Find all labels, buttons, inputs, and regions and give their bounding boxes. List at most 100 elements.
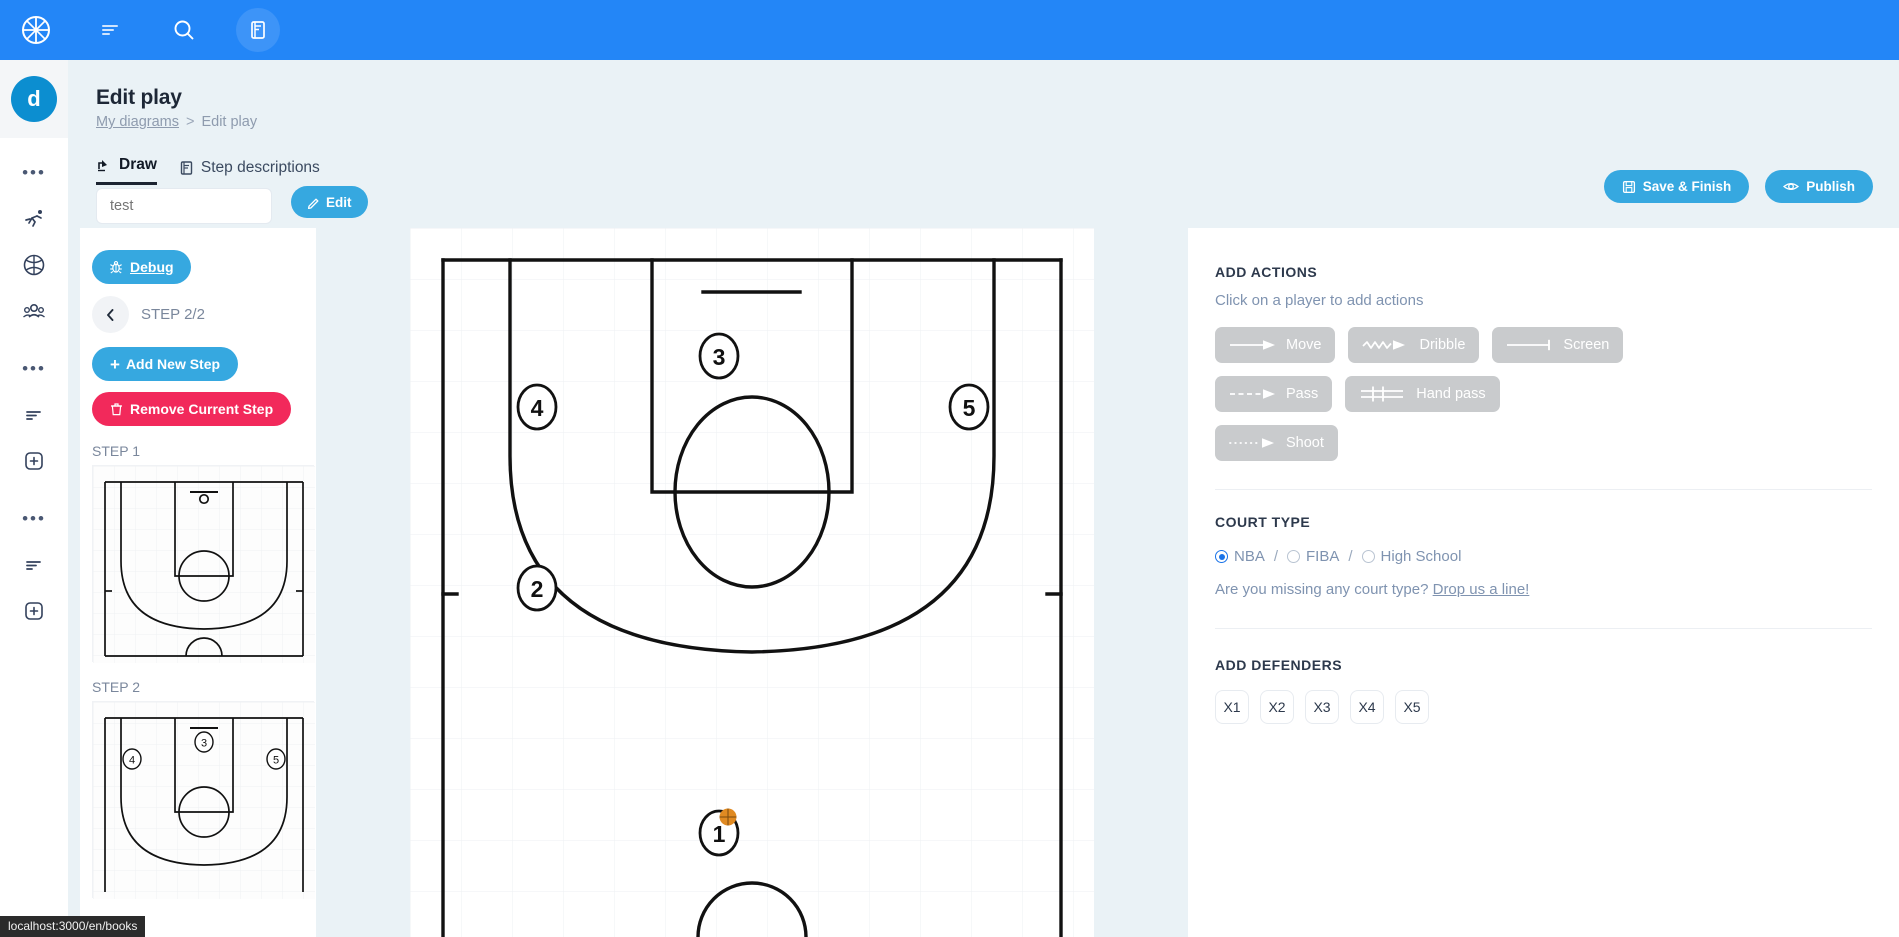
debug-button[interactable]: Debug bbox=[92, 250, 191, 284]
basketball-logo-icon[interactable] bbox=[14, 8, 58, 52]
defender-button-x3[interactable]: X3 bbox=[1305, 690, 1339, 724]
rail-ellipsis-1[interactable]: ••• bbox=[0, 150, 68, 196]
step-2-thumbnail[interactable]: 3 4 5 bbox=[92, 701, 315, 899]
svg-text:5: 5 bbox=[963, 395, 976, 421]
chevron-left-icon bbox=[107, 308, 114, 321]
action-shoot-button[interactable]: Shoot bbox=[1215, 425, 1338, 461]
rail-item-list-1[interactable] bbox=[0, 392, 68, 438]
action-dribble-button[interactable]: Dribble bbox=[1348, 327, 1480, 363]
court-player-5: 5 bbox=[948, 383, 990, 431]
court-type-label-nba: NBA bbox=[1234, 548, 1265, 565]
step-counter: STEP 2/2 bbox=[141, 306, 205, 323]
action-screen-button[interactable]: Screen bbox=[1492, 327, 1624, 363]
page-title: Edit play bbox=[96, 86, 182, 109]
court-type-heading: COURT TYPE bbox=[1215, 514, 1311, 530]
breadcrumb-current: Edit play bbox=[201, 114, 258, 130]
remove-current-step-label: Remove Current Step bbox=[130, 401, 274, 417]
defender-button-x1[interactable]: X1 bbox=[1215, 690, 1249, 724]
breadcrumb: My diagrams > Edit play bbox=[96, 114, 257, 130]
missing-court-type-row: Are you missing any court type? Drop us … bbox=[1215, 581, 1872, 598]
tab-draw[interactable]: Draw bbox=[96, 156, 157, 185]
ellipsis-icon: ••• bbox=[22, 163, 46, 182]
step-1-thumbnail-label: STEP 1 bbox=[92, 443, 140, 459]
rail-item-list-2[interactable] bbox=[0, 542, 68, 588]
breadcrumb-parent-link[interactable]: My diagrams bbox=[96, 114, 179, 130]
defender-button-x2[interactable]: X2 bbox=[1260, 690, 1294, 724]
add-new-step-label: Add New Step bbox=[125, 356, 221, 372]
document-icon bbox=[180, 161, 193, 175]
basketball-icon bbox=[23, 254, 45, 276]
plus-icon: + bbox=[110, 354, 120, 374]
avatar[interactable]: d bbox=[11, 76, 57, 122]
court-type-options: NBA / FIBA / High School bbox=[1215, 548, 1872, 565]
action-move-label: Move bbox=[1286, 337, 1322, 353]
action-screen-label: Screen bbox=[1563, 337, 1610, 353]
search-icon[interactable] bbox=[162, 8, 206, 52]
rail-item-teams[interactable] bbox=[0, 288, 68, 334]
court-type-label-highschool: High School bbox=[1380, 548, 1462, 565]
thumb-player-4: 4 bbox=[122, 748, 142, 770]
defender-button-x4[interactable]: X4 bbox=[1350, 690, 1384, 724]
panel-divider-2 bbox=[1215, 628, 1872, 629]
thumb-player-5: 5 bbox=[266, 748, 286, 770]
step-2-thumbnail-label: STEP 2 bbox=[92, 679, 140, 695]
tab-draw-label: Draw bbox=[119, 156, 157, 173]
ellipsis-icon: ••• bbox=[22, 359, 46, 378]
team-group-icon bbox=[23, 304, 45, 318]
action-move-button[interactable]: Move bbox=[1215, 327, 1336, 363]
remove-current-step-button[interactable]: Remove Current Step bbox=[92, 392, 292, 426]
book-icon[interactable] bbox=[236, 8, 280, 52]
breadcrumb-separator: > bbox=[186, 114, 195, 130]
status-bar-url: localhost:3000/en/books bbox=[0, 916, 146, 937]
plus-box-icon bbox=[25, 602, 43, 620]
solid-arrow-icon bbox=[1230, 340, 1275, 350]
add-actions-subtext: Click on a player to add actions bbox=[1215, 292, 1424, 309]
court-type-radio-nba[interactable] bbox=[1215, 550, 1228, 563]
thumb-player-3: 3 bbox=[194, 731, 214, 753]
rail-ellipsis-2[interactable]: ••• bbox=[0, 346, 68, 392]
rail-item-plays[interactable] bbox=[0, 242, 68, 288]
previous-step-button[interactable] bbox=[92, 296, 129, 333]
edit-button[interactable]: Edit bbox=[291, 186, 368, 218]
rail-item-add-2[interactable] bbox=[0, 588, 68, 634]
action-hand-pass-label: Hand pass bbox=[1416, 386, 1486, 402]
step-1-thumbnail[interactable] bbox=[92, 465, 315, 663]
court-player-2: 2 bbox=[516, 564, 558, 612]
rail-item-add-1[interactable] bbox=[0, 438, 68, 484]
missing-court-type-text: Are you missing any court type? bbox=[1215, 581, 1429, 598]
play-name-input[interactable] bbox=[96, 188, 272, 224]
action-hand-pass-button[interactable]: Hand pass bbox=[1345, 376, 1500, 412]
screen-bar-icon bbox=[1507, 339, 1551, 351]
save-and-finish-button[interactable]: Save & Finish bbox=[1603, 170, 1750, 203]
court-type-separator-1: / bbox=[1273, 548, 1279, 565]
draw-icon bbox=[98, 160, 107, 172]
eye-icon bbox=[1783, 183, 1800, 190]
action-pass-button[interactable]: Pass bbox=[1215, 376, 1333, 412]
right-options-panel: ADD ACTIONS Click on a player to add act… bbox=[1188, 228, 1899, 937]
svg-text:4: 4 bbox=[531, 395, 544, 421]
filter-list-icon[interactable] bbox=[88, 8, 132, 52]
rail-item-players[interactable] bbox=[0, 196, 68, 242]
tab-step-descriptions[interactable]: Step descriptions bbox=[179, 159, 320, 185]
top-navbar bbox=[0, 0, 1899, 60]
court-diagram[interactable]: 3 4 5 2 1 bbox=[410, 228, 1094, 937]
panel-divider-1 bbox=[1215, 489, 1872, 490]
tab-step-descriptions-label: Step descriptions bbox=[200, 159, 320, 176]
court-type-radio-highschool[interactable] bbox=[1361, 550, 1375, 563]
add-new-step-button[interactable]: + Add New Step bbox=[92, 347, 239, 381]
court-player-4: 4 bbox=[516, 383, 558, 431]
action-shoot-label: Shoot bbox=[1286, 435, 1324, 451]
svg-text:4: 4 bbox=[129, 755, 135, 767]
drop-us-a-line-link[interactable]: Drop us a line! bbox=[1433, 581, 1530, 598]
running-player-icon bbox=[25, 210, 42, 227]
defender-button-x5[interactable]: X5 bbox=[1395, 690, 1429, 724]
court-player-3: 3 bbox=[698, 332, 740, 380]
svg-text:2: 2 bbox=[531, 576, 544, 602]
court-canvas-area: 3 4 5 2 1 bbox=[316, 228, 1188, 937]
publish-button[interactable]: Publish bbox=[1765, 170, 1873, 203]
ellipsis-icon: ••• bbox=[22, 509, 46, 528]
svg-text:3: 3 bbox=[713, 344, 726, 370]
rail-ellipsis-3[interactable]: ••• bbox=[0, 496, 68, 542]
save-icon bbox=[1622, 180, 1635, 193]
court-type-radio-fiba[interactable] bbox=[1287, 550, 1301, 563]
